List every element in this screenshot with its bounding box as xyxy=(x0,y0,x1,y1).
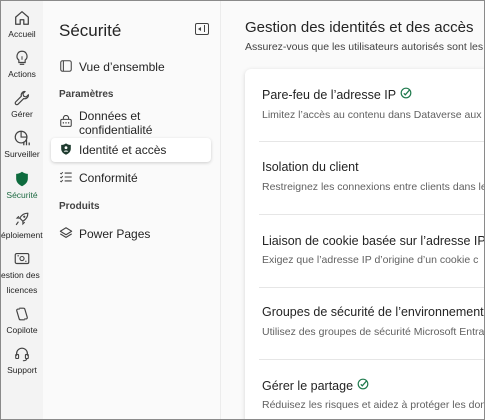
rail-label: Surveiller xyxy=(4,149,40,159)
rail-label: éploiement xyxy=(1,230,43,240)
power-pages-icon xyxy=(59,226,79,243)
managed-environment-icon xyxy=(353,378,369,393)
nav-item-compliance[interactable]: Conformité xyxy=(51,166,211,190)
setting-title-text: Isolation du client xyxy=(262,160,359,174)
nav-section-settings: Paramètres xyxy=(59,89,114,100)
nav-section-products: Produits xyxy=(59,201,100,212)
setting-title-text: Groupes de sécurité de l’environnement xyxy=(262,305,484,319)
setting-description: Réduisez les risques et aidez à protéger… xyxy=(262,399,485,411)
setting-row-tenant-isolation[interactable]: Isolation du client Restreignez les conn… xyxy=(245,142,485,214)
rail-label: Accueil xyxy=(8,29,36,39)
setting-row-manage-sharing[interactable]: Gérer le partage Réduisez les risques et… xyxy=(245,360,485,419)
setting-title: Gérer le partage xyxy=(262,378,369,393)
nav-item-power-pages[interactable]: Power Pages xyxy=(51,222,211,246)
setting-description: Limitez l’accès au contenu dans Datavers… xyxy=(262,109,482,121)
rail-label: Copilote xyxy=(6,325,38,335)
setting-title-text: Pare-feu de l’adresse IP xyxy=(262,87,397,102)
nav-item-label: Conformité xyxy=(79,171,138,185)
rail-item-securite[interactable]: Sécurité xyxy=(1,170,43,201)
app-rail: Accueil Actions Gérer Surveiller Sécurit xyxy=(1,1,43,419)
nav-item-label: Power Pages xyxy=(79,227,151,241)
license-icon xyxy=(13,250,31,268)
main-content: Gestion des identités et des accès Assur… xyxy=(221,1,485,419)
rail-label: Gérer xyxy=(11,109,33,119)
rail-item-deploiement[interactable]: éploiement xyxy=(1,210,43,241)
rail-item-accueil[interactable]: Accueil xyxy=(1,9,43,40)
overview-icon xyxy=(59,59,79,76)
setting-title-text: Gérer le partage xyxy=(262,378,354,393)
settings-card: Pare-feu de l’adresse IP Limitez l’accès… xyxy=(245,69,485,419)
setting-description: Exigez que l’adresse IP d’origine d’un c… xyxy=(262,254,479,266)
rail-label: estion des xyxy=(1,270,40,280)
rail-label-line2: licences xyxy=(6,285,38,295)
nav-item-label: Données et confidentialité xyxy=(79,109,153,137)
collapse-panel-button[interactable] xyxy=(195,23,209,35)
setting-row-security-groups[interactable]: Groupes de sécurité de l’environnement U… xyxy=(245,288,485,360)
rail-label: Support xyxy=(7,365,37,375)
rail-item-support[interactable]: Support xyxy=(1,345,43,376)
page-subtitle: Assurez-vous que les utilisateurs autori… xyxy=(245,41,484,53)
chart-icon xyxy=(13,129,31,147)
nav-item-data-privacy[interactable]: Données et confidentialité xyxy=(51,109,211,137)
setting-title: Liaison de cookie basée sur l’adresse IP xyxy=(262,233,485,248)
setting-row-ip-cookie-binding[interactable]: Liaison de cookie basée sur l’adresse IP… xyxy=(245,215,485,287)
managed-environment-icon xyxy=(396,87,412,102)
nav-item-label: Vue d’ensemble xyxy=(79,60,165,74)
nav-item-label: Identité et accès xyxy=(79,143,167,157)
setting-row-ip-firewall[interactable]: Pare-feu de l’adresse IP Limitez l’accès… xyxy=(245,69,484,141)
home-icon xyxy=(13,9,31,27)
rail-item-surveiller[interactable]: Surveiller xyxy=(1,129,43,160)
wrench-icon xyxy=(13,89,31,107)
nav-title: Sécurité xyxy=(59,21,122,40)
rail-label: Sécurité xyxy=(6,190,38,200)
rail-label: Actions xyxy=(8,69,36,79)
setting-title: Groupes de sécurité de l’environnement xyxy=(262,305,484,319)
rocket-icon xyxy=(13,210,31,228)
page-title: Gestion des identités et des accès xyxy=(245,19,474,36)
lightbulb-icon xyxy=(13,49,31,67)
rail-item-gerer[interactable]: Gérer xyxy=(1,89,43,120)
setting-title-text: Liaison de cookie basée sur l’adresse IP xyxy=(262,233,485,248)
app-window: Accueil Actions Gérer Surveiller Sécurit xyxy=(0,0,485,420)
rail-item-actions[interactable]: Actions xyxy=(1,49,43,80)
shield-person-icon xyxy=(59,142,79,159)
setting-title: Pare-feu de l’adresse IP xyxy=(262,87,412,102)
setting-description: Restreignez les connexions entre clients… xyxy=(262,181,485,193)
copilot-icon xyxy=(13,305,31,323)
shield-icon xyxy=(13,170,31,188)
rail-item-copilote[interactable]: Copilote xyxy=(1,305,43,336)
setting-title: Isolation du client xyxy=(262,160,359,174)
nav-item-overview[interactable]: Vue d’ensemble xyxy=(51,55,211,79)
setting-description: Utilisez des groupes de sécurité Microso… xyxy=(262,326,485,338)
nav-item-identity-access[interactable]: Identité et accès xyxy=(51,138,211,162)
data-lock-icon xyxy=(59,114,79,132)
headset-icon xyxy=(13,345,31,363)
rail-item-gestion-licences[interactable]: estion des licences xyxy=(1,250,43,296)
checklist-icon xyxy=(59,170,79,187)
security-nav: Sécurité Vue d’ensemble Paramètres Donné… xyxy=(43,1,221,419)
